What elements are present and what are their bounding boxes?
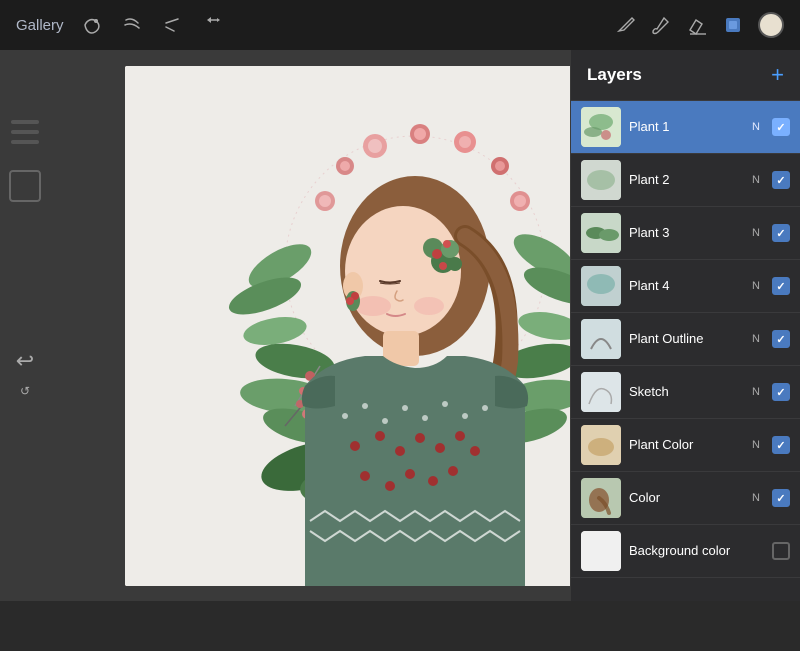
layer-info: Background color [621, 542, 760, 560]
layer-controls [760, 542, 790, 560]
layer-mode: N [752, 386, 760, 398]
layer-name: Plant 1 [629, 119, 669, 134]
layers-title: Layers [587, 65, 642, 85]
add-layer-button[interactable]: + [771, 64, 784, 86]
modify-icon[interactable] [80, 13, 104, 37]
gallery-button[interactable]: Gallery [16, 17, 64, 34]
layer-controls: N [752, 277, 790, 295]
layer-controls: N [752, 383, 790, 401]
brush-icon[interactable] [650, 14, 672, 36]
layer-controls: N [752, 330, 790, 348]
layer-info: Plant 1 [621, 118, 752, 136]
layers-panel: Layers + Plant 1 N Plant 2 N Plant 3 [570, 50, 800, 601]
layer-thumbnail [581, 213, 621, 253]
layer-mode: N [752, 227, 760, 239]
layer-controls: N [752, 224, 790, 242]
layer-item[interactable]: Sketch N [571, 366, 800, 419]
layer-item[interactable]: Plant Outline N [571, 313, 800, 366]
selection-icon[interactable] [160, 13, 184, 37]
layer-thumbnail [581, 372, 621, 412]
layer-name: Color [629, 490, 660, 505]
layer-visibility-toggle[interactable] [772, 330, 790, 348]
layer-item[interactable]: Plant 2 N [571, 154, 800, 207]
layer-mode: N [752, 333, 760, 345]
redo-button[interactable]: ↺ [20, 384, 30, 398]
slider-indicator-3[interactable] [11, 140, 39, 144]
layer-item[interactable]: Plant 1 N [571, 101, 800, 154]
layer-info: Color [621, 489, 752, 507]
layers-list: Plant 1 N Plant 2 N Plant 3 N [571, 101, 800, 601]
adjust-icon[interactable] [120, 13, 144, 37]
layer-thumbnail [581, 319, 621, 359]
layer-info: Plant Color [621, 436, 752, 454]
layer-thumbnail [581, 478, 621, 518]
layer-visibility-toggle[interactable] [772, 542, 790, 560]
layer-info: Plant 2 [621, 171, 752, 189]
left-sidebar: ↩ ↺ [0, 100, 50, 651]
slider-indicator[interactable] [11, 120, 39, 124]
layer-name: Plant Color [629, 437, 693, 452]
layer-item[interactable]: Color N [571, 472, 800, 525]
layer-thumbnail [581, 160, 621, 200]
layer-thumbnail [581, 266, 621, 306]
layer-thumbnail [581, 425, 621, 465]
layer-mode: N [752, 439, 760, 451]
layer-visibility-toggle[interactable] [772, 118, 790, 136]
layer-name: Plant 3 [629, 225, 669, 240]
transform-icon[interactable] [200, 13, 224, 37]
layer-mode: N [752, 174, 760, 186]
layer-item[interactable]: Background color [571, 525, 800, 578]
undo-button[interactable]: ↩ [16, 348, 34, 374]
layer-visibility-toggle[interactable] [772, 171, 790, 189]
layer-item[interactable]: Plant 4 N [571, 260, 800, 313]
layer-mode: N [752, 280, 760, 292]
layer-name: Background color [629, 543, 730, 558]
layer-mode: N [752, 121, 760, 133]
layer-name: Sketch [629, 384, 669, 399]
layer-item[interactable]: Plant 3 N [571, 207, 800, 260]
layer-controls: N [752, 118, 790, 136]
layer-visibility-toggle[interactable] [772, 277, 790, 295]
toolbar-right [614, 12, 784, 38]
toolbar: Gallery [0, 0, 800, 50]
layer-controls: N [752, 489, 790, 507]
layer-info: Plant 3 [621, 224, 752, 242]
layer-visibility-toggle[interactable] [772, 224, 790, 242]
toolbar-left: Gallery [16, 13, 614, 37]
slider-indicator-2[interactable] [11, 130, 39, 134]
layer-info: Sketch [621, 383, 752, 401]
layer-name: Plant Outline [629, 331, 703, 346]
layer-controls: N [752, 436, 790, 454]
layer-thumbnail [581, 107, 621, 147]
layer-mode: N [752, 492, 760, 504]
layer-thumbnail [581, 531, 621, 571]
layer-name: Plant 2 [629, 172, 669, 187]
eraser-icon[interactable] [686, 14, 708, 36]
layer-info: Plant 4 [621, 277, 752, 295]
layer-info: Plant Outline [621, 330, 752, 348]
layers-header: Layers + [571, 50, 800, 101]
layer-visibility-toggle[interactable] [772, 383, 790, 401]
crop-tool[interactable] [9, 170, 41, 202]
layer-visibility-toggle[interactable] [772, 489, 790, 507]
layer-item[interactable]: Plant Color N [571, 419, 800, 472]
layers-toolbar-icon[interactable] [722, 14, 744, 36]
layer-visibility-toggle[interactable] [772, 436, 790, 454]
layer-name: Plant 4 [629, 278, 669, 293]
color-picker[interactable] [758, 12, 784, 38]
layer-controls: N [752, 171, 790, 189]
pen-icon[interactable] [614, 14, 636, 36]
